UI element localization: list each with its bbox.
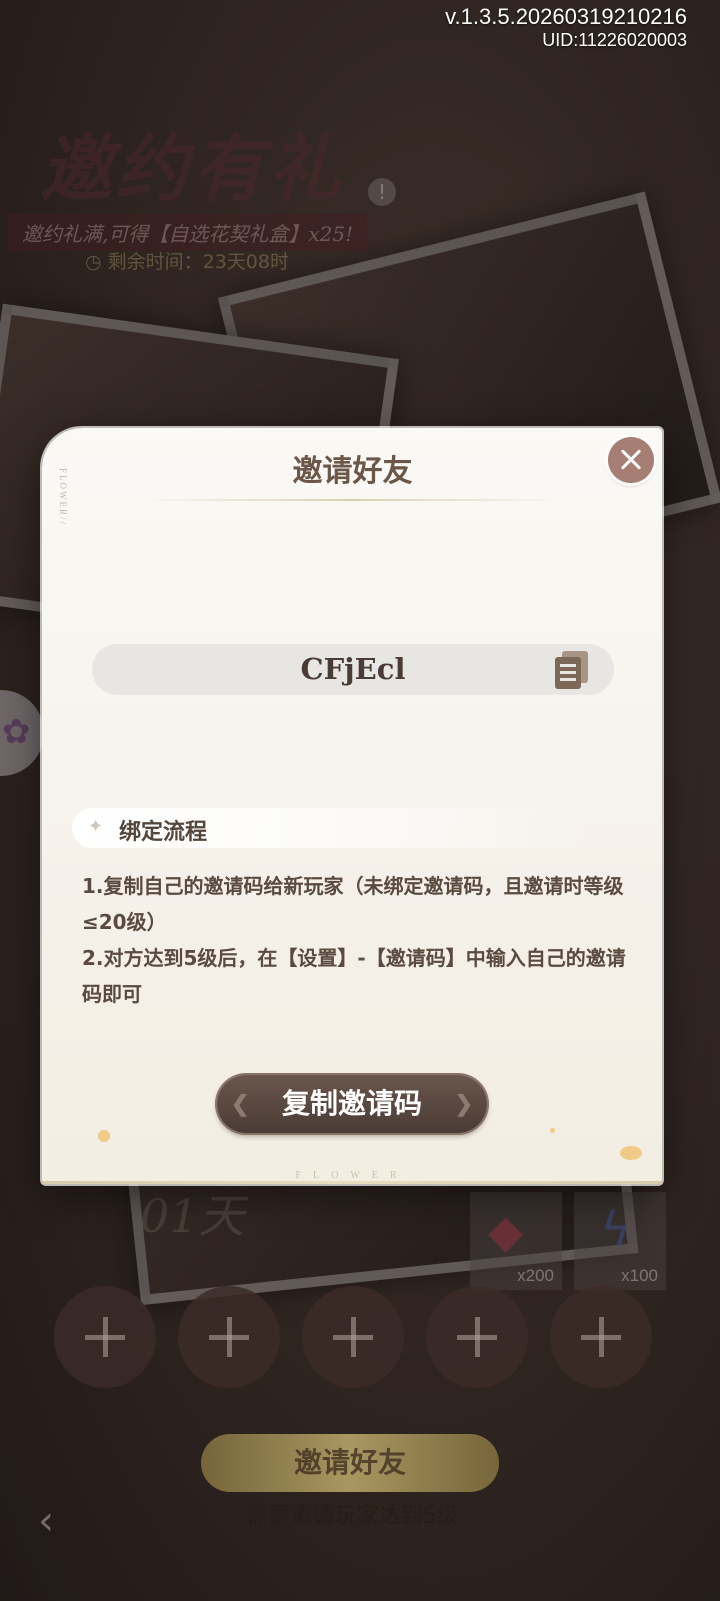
close-button[interactable] [608,437,654,483]
rule-step-2: 2.对方达到5级后，在【设置】-【邀请码】中输入自己的邀请码即可 [82,946,626,1006]
invite-hint: 需要邀请玩家达到5级 [246,1504,459,1529]
add-friend-slot[interactable] [426,1286,528,1388]
invite-dialog: FLOWER// [42,428,662,1184]
title-divider [142,499,562,501]
copy-button-label: 复制邀请码 [281,1087,422,1120]
sparkle-icon: ✦ [88,816,104,837]
add-friend-slot[interactable] [54,1286,156,1388]
copy-icon[interactable] [552,649,592,691]
petal-decoration [550,1128,555,1133]
chevron-right-icon: ❯ [454,1091,473,1117]
invite-code-field: CFjEcl [92,644,614,695]
binding-rules: 1.复制自己的邀请码给新玩家（未绑定邀请码，且邀请时等级≤20级） 2.对方达到… [82,868,632,1012]
copy-invite-code-button[interactable]: ❮ 复制邀请码 ❯ [217,1075,487,1133]
uid-text: UID:11226020003 [542,30,687,50]
version-text: v.1.3.5.20260319210216 [445,4,687,29]
petal-decoration [98,1130,110,1142]
binding-section-header: ✦ 绑定流程 [72,808,592,848]
footer-divider [42,1181,662,1184]
add-friend-slot[interactable] [550,1286,652,1388]
add-friend-slot[interactable] [178,1286,280,1388]
chevron-left-icon: ❮ [231,1091,250,1117]
invite-friend-button[interactable]: 邀请好友 [201,1434,499,1492]
back-arrow-icon[interactable]: ‹ [38,1498,54,1544]
invite-code: CFjEcl [300,652,406,686]
add-friend-slot[interactable] [302,1286,404,1388]
dialog-title: 邀请好友 [292,454,413,489]
footer-word: FLOWER [295,1170,409,1181]
petal-decoration [620,1146,642,1160]
friend-slots [54,1286,668,1388]
section-title: 绑定流程 [119,820,208,845]
version-info: v.1.3.5.20260319210216 UID:11226020003 [445,4,687,50]
rule-step-1: 1.复制自己的邀请码给新玩家（未绑定邀请码，且邀请时等级≤20级） [82,874,624,934]
